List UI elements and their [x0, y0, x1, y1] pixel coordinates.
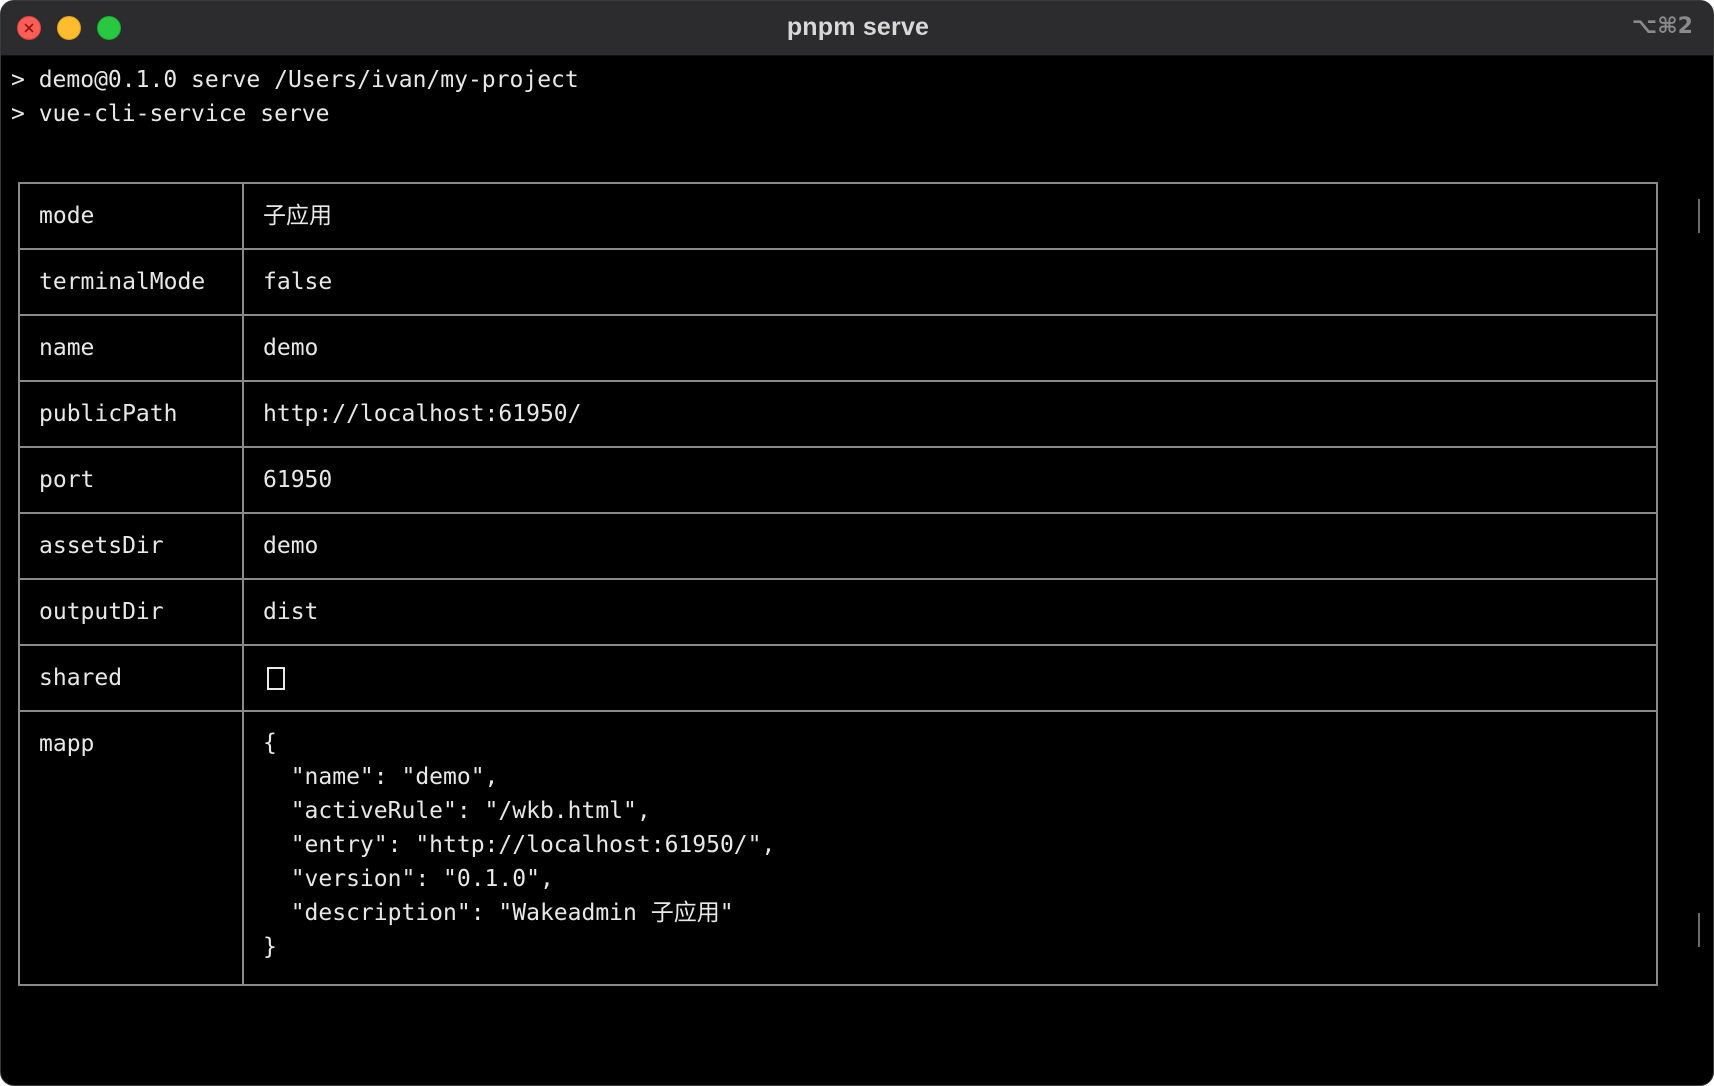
- scrollbar-marker: [1698, 199, 1700, 233]
- row-key: mapp: [18, 710, 244, 986]
- table-row: terminalMode false: [18, 248, 1658, 316]
- title-bar[interactable]: pnpm serve ⌥⌘2: [1, 1, 1713, 56]
- config-table: mode 子应用 terminalMode false name demo pu…: [18, 182, 1658, 986]
- window-title: pnpm serve: [786, 13, 930, 41]
- row-key: outputDir: [18, 578, 244, 646]
- table-row: port 61950: [18, 446, 1658, 514]
- row-value: [242, 644, 1658, 712]
- row-value: demo: [242, 512, 1658, 580]
- json-value: { "name": "demo", "activeRule": "/wkb.ht…: [263, 730, 776, 960]
- row-value: 61950: [242, 446, 1658, 514]
- row-value: dist: [242, 578, 1658, 646]
- row-key: assetsDir: [18, 512, 244, 580]
- row-value: demo: [242, 314, 1658, 382]
- row-value: http://localhost:61950/: [242, 380, 1658, 448]
- table-row: publicPath http://localhost:61950/: [18, 380, 1658, 448]
- row-value: 子应用: [242, 182, 1658, 250]
- table-row: name demo: [18, 314, 1658, 382]
- row-value: { "name": "demo", "activeRule": "/wkb.ht…: [242, 710, 1658, 986]
- terminal-window: pnpm serve ⌥⌘2 > demo@0.1.0 serve /Users…: [0, 0, 1714, 1086]
- table-row: mapp { "name": "demo", "activeRule": "/w…: [18, 710, 1658, 986]
- row-key: terminalMode: [18, 248, 244, 316]
- empty-placeholder-glyph: [267, 667, 285, 690]
- table-row: outputDir dist: [18, 578, 1658, 646]
- tab-shortcut-label: ⌥⌘2: [1631, 14, 1693, 39]
- scrollbar-marker: [1698, 913, 1700, 947]
- table-row: shared: [18, 644, 1658, 712]
- row-value: false: [242, 248, 1658, 316]
- terminal-output[interactable]: > demo@0.1.0 serve /Users/ivan/my-projec…: [1, 56, 1713, 1085]
- row-key: port: [18, 446, 244, 514]
- row-key-label: mapp: [39, 731, 95, 757]
- row-key: name: [18, 314, 244, 382]
- row-key: mode: [18, 182, 244, 250]
- command-line: > demo@0.1.0 serve /Users/ivan/my-projec…: [11, 67, 579, 93]
- command-line: > vue-cli-service serve: [11, 101, 330, 127]
- row-key: publicPath: [18, 380, 244, 448]
- row-key: shared: [18, 644, 244, 712]
- table-row: assetsDir demo: [18, 512, 1658, 580]
- table-row: mode 子应用: [18, 182, 1658, 250]
